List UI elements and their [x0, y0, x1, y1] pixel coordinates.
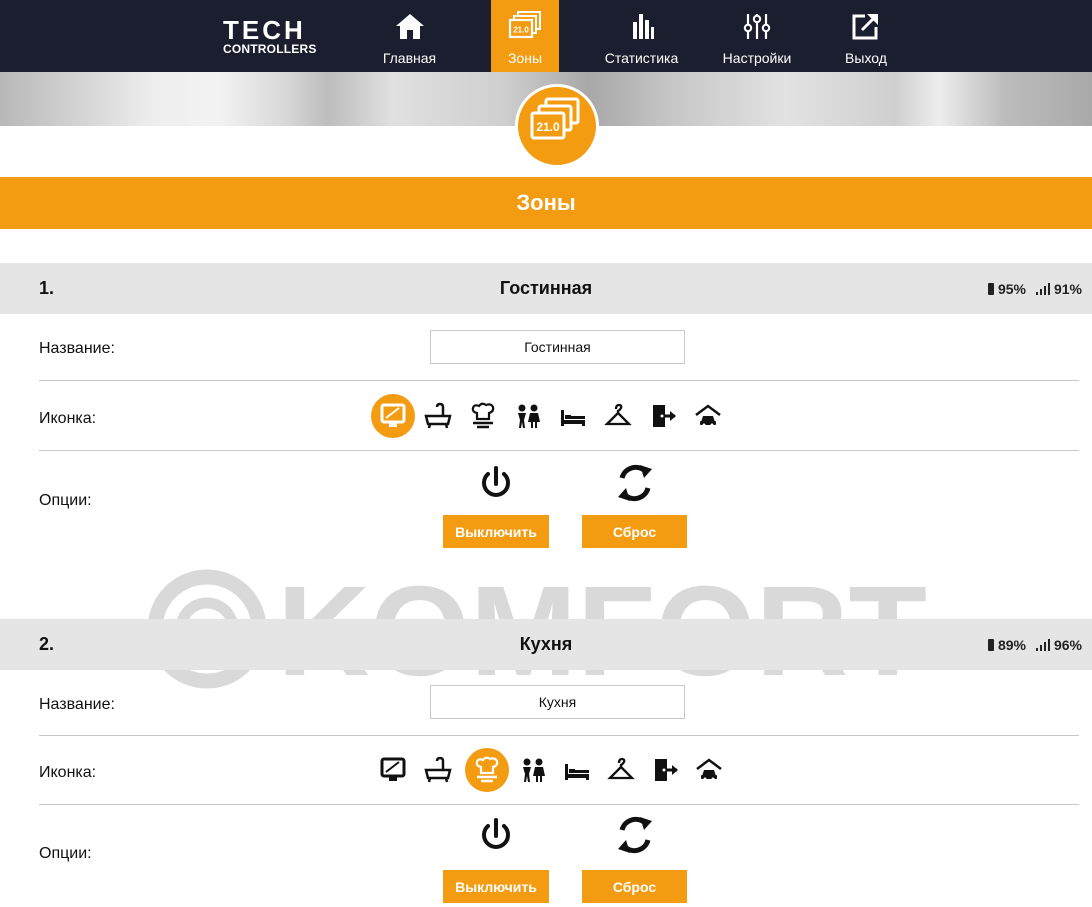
zone-name-field[interactable] [430, 330, 685, 364]
kitchen-icon[interactable] [461, 394, 505, 438]
zone-status: 89% 96% [987, 637, 1082, 653]
bedroom-icon[interactable] [551, 394, 595, 438]
nav-label-statistics: Статистика [604, 50, 679, 66]
logo-top-text: TECH [223, 15, 306, 45]
children-room-icon[interactable] [511, 748, 555, 792]
garage-icon[interactable] [686, 394, 730, 438]
divider [39, 735, 1079, 736]
living-room-icon[interactable] [371, 748, 415, 792]
tech-controllers-logo[interactable]: TECH CONTROLLERS [223, 15, 333, 56]
children-room-icon[interactable] [506, 394, 550, 438]
nav-item-statistics[interactable]: Статистика [594, 0, 689, 72]
entrance-icon[interactable] [643, 748, 687, 792]
signal-level: 91% [1053, 281, 1082, 297]
living-room-icon[interactable] [371, 394, 415, 438]
nav-label-zones: Зоны [507, 50, 543, 66]
garage-icon[interactable] [687, 748, 731, 792]
refresh-icon[interactable] [612, 812, 658, 858]
zones-icon-value: 21.0 [513, 26, 529, 35]
divider [39, 450, 1079, 451]
divider [39, 380, 1079, 381]
top-navigation-bar: TECH CONTROLLERS Главная 21.0 Зоны Стати… [0, 0, 1092, 72]
zone-card-1: 1. Гостинная 95%91% Название: Иконка: [0, 263, 1092, 563]
zones-badge-value: 21.0 [536, 120, 560, 134]
settings-icon [743, 14, 771, 39]
icon-label: Иконка: [39, 764, 97, 781]
zone-header: 2. Кухня 89% 96% [0, 619, 1092, 670]
zone-header: 1. Гостинная 95% 91% [0, 263, 1092, 314]
name-label: Название: [39, 696, 115, 713]
bathroom-icon[interactable] [416, 748, 460, 792]
logo-bottom-text: CONTROLLERS [223, 42, 317, 56]
reset-button[interactable]: Сброс [582, 515, 687, 548]
statistics-icon [632, 14, 654, 39]
divider [39, 804, 1079, 805]
zone-card-2: 2. Кухня 89%96% Название: Иконка: [0, 619, 1092, 907]
nav-label-logout: Выход [845, 50, 887, 66]
bedroom-icon[interactable] [555, 748, 599, 792]
bathroom-icon[interactable] [416, 394, 460, 438]
nav-item-zones[interactable]: 21.0 Зоны [491, 0, 559, 72]
wardrobe-icon[interactable] [596, 394, 640, 438]
refresh-icon[interactable] [612, 460, 658, 506]
zone-status: 95% 91% [987, 281, 1082, 297]
zone-name-field[interactable] [430, 685, 685, 719]
power-icon[interactable] [473, 460, 519, 506]
nav-item-home[interactable]: Главная [373, 0, 446, 72]
reset-button[interactable]: Сброс [582, 870, 687, 903]
wardrobe-icon[interactable] [599, 748, 643, 792]
kitchen-icon[interactable] [465, 748, 509, 792]
logout-icon [852, 14, 878, 40]
signal-icon [1035, 639, 1050, 651]
entrance-icon[interactable] [641, 394, 685, 438]
zones-badge: 21.0 [515, 84, 599, 168]
name-label: Название: [39, 340, 115, 357]
turn-off-button[interactable]: Выключить [443, 870, 549, 903]
nav-item-logout[interactable]: Выход [836, 0, 896, 72]
options-label: Опции: [39, 845, 92, 862]
zone-title: Кухня [519, 634, 573, 654]
zones-badge-icon: 21.0 [530, 97, 580, 140]
signal-icon [1035, 283, 1050, 295]
nav-item-settings[interactable]: Настройки [711, 0, 803, 72]
nav-label-settings: Настройки [722, 50, 792, 66]
zone-title: Гостинная [499, 278, 593, 298]
page-title: Зоны [0, 177, 1092, 229]
battery-icon [987, 639, 994, 651]
power-icon[interactable] [473, 812, 519, 858]
home-icon [395, 14, 424, 39]
turn-off-button[interactable]: Выключить [443, 515, 549, 548]
zones-icon: 21.0 [508, 11, 541, 39]
battery-level: 89% [997, 637, 1026, 653]
signal-level: 96% [1053, 637, 1082, 653]
battery-level: 95% [997, 281, 1026, 297]
nav-label-home: Главная [382, 50, 437, 66]
icon-label: Иконка: [39, 410, 97, 427]
battery-icon [987, 283, 994, 295]
options-label: Опции: [39, 492, 92, 509]
